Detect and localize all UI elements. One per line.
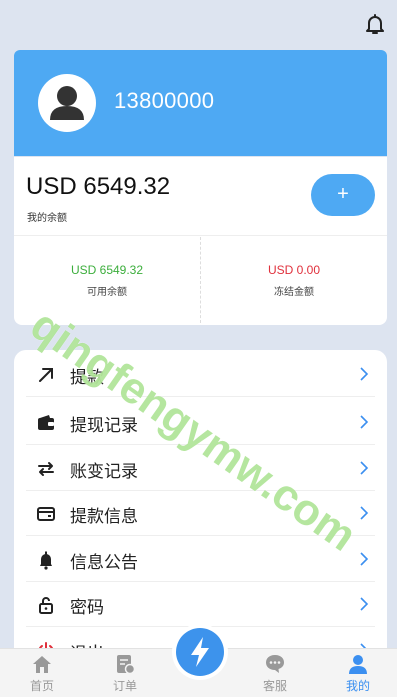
chevron-right-icon <box>360 461 369 475</box>
menu-item-label: 提款信息 <box>70 507 138 527</box>
frozen-label: 冻结金额 <box>274 287 314 298</box>
chevron-right-icon <box>360 597 369 611</box>
chevron-right-icon <box>360 506 369 520</box>
user-icon <box>349 655 367 674</box>
menu-item-account-changes[interactable]: 账变记录 <box>26 446 375 491</box>
menu-item-label: 账变记录 <box>70 462 138 482</box>
menu-item-withdraw-records[interactable]: 提现记录 <box>26 400 375 445</box>
user-avatar-icon[interactable] <box>38 74 96 132</box>
available-amount: USD 6549.32 <box>70 263 144 277</box>
menu-item-label: 信息公告 <box>70 553 138 573</box>
order-icon <box>117 655 136 675</box>
tab-mine[interactable]: 我的 <box>328 649 388 697</box>
lightning-icon <box>191 637 209 667</box>
tab-orders[interactable]: 订单 <box>95 649 155 697</box>
menu-list: 提款 提现记录 账变记录 提款信息 信息公告 密码 <box>14 350 387 670</box>
bell-icon <box>40 551 52 570</box>
frozen-balance: USD 0.00 冻结金额 <box>201 263 387 298</box>
card-icon <box>37 507 55 521</box>
arrow-up-right-icon <box>39 368 53 382</box>
user-phone: 13800000 <box>114 88 215 113</box>
chevron-right-icon <box>360 415 369 429</box>
add-funds-button[interactable]: + <box>311 174 375 216</box>
tab-label: 首页 <box>29 679 54 693</box>
tab-label: 订单 <box>112 679 137 693</box>
chevron-right-icon <box>360 367 369 381</box>
swap-arrows-icon <box>38 462 54 476</box>
frozen-amount: USD 0.00 <box>267 263 321 277</box>
menu-item-label: 提现记录 <box>70 416 138 436</box>
tab-label: 客服 <box>262 679 287 693</box>
chevron-right-icon <box>360 552 369 566</box>
menu-item-withdraw-info[interactable]: 提款信息 <box>26 491 375 536</box>
divider <box>14 235 387 236</box>
menu-item-withdraw[interactable]: 提款 <box>26 352 375 397</box>
menu-item-label: 提款 <box>70 368 104 388</box>
tab-customer-service[interactable]: 客服 <box>245 649 305 697</box>
available-balance: USD 6549.32 可用余额 <box>14 263 200 298</box>
menu-item-password[interactable]: 密码 <box>26 582 375 627</box>
profile-card: 13800000 <box>14 50 387 156</box>
chat-icon <box>266 655 284 673</box>
center-action-button[interactable] <box>172 624 228 680</box>
available-label: 可用余额 <box>87 287 127 298</box>
home-icon <box>33 656 51 673</box>
balance-amount: USD 6549.32 <box>26 173 171 200</box>
wallet-icon <box>38 415 54 430</box>
balance-card: USD 6549.32 我的余额 + USD 6549.32 可用余额 USD … <box>14 157 387 325</box>
balance-label: 我的余额 <box>27 213 67 224</box>
lock-icon <box>39 597 53 614</box>
menu-item-label: 密码 <box>70 598 104 618</box>
menu-item-announcements[interactable]: 信息公告 <box>26 537 375 582</box>
tab-label: 我的 <box>345 679 370 693</box>
tab-home[interactable]: 首页 <box>12 649 72 697</box>
bell-icon[interactable] <box>363 12 387 36</box>
